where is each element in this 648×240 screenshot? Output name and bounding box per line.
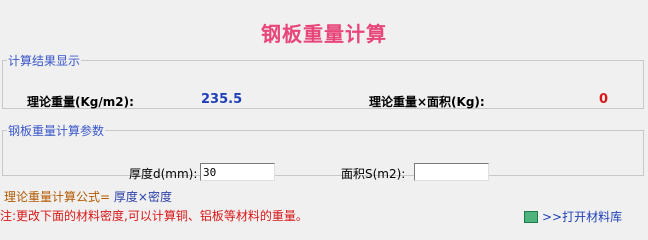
results-group: 计算结果显示 理论重量(Kg/m2): 235.5 理论重量×面积(Kg): 0 bbox=[2, 52, 644, 109]
formula-expression: 厚度×密度 bbox=[113, 190, 172, 204]
theory-area-value: 0 bbox=[599, 92, 609, 107]
thickness-input[interactable] bbox=[200, 163, 275, 181]
open-material-library-link[interactable]: >>打开材料库 bbox=[524, 208, 622, 225]
area-label: 面积S(m2): bbox=[341, 167, 406, 181]
area-input[interactable] bbox=[414, 163, 489, 181]
open-material-library-label: >>打开材料库 bbox=[542, 210, 623, 224]
params-group: 钢板重量计算参数 厚度d(mm): 面积S(m2): bbox=[2, 122, 644, 181]
density-note: 注:更改下面的材料密度,可以计算铜、铝板等材料的重量。 bbox=[0, 209, 308, 223]
formula-label: 理论重量计算公式= bbox=[4, 190, 111, 204]
results-legend: 计算结果显示 bbox=[8, 54, 81, 68]
params-legend: 钢板重量计算参数 bbox=[8, 124, 105, 138]
page-title: 钢板重量计算 bbox=[261, 22, 387, 46]
formula-line: 理论重量计算公式= 厚度×密度 bbox=[4, 188, 172, 205]
theory-weight-value: 235.5 bbox=[201, 92, 243, 107]
thickness-label: 厚度d(mm): bbox=[129, 167, 198, 181]
theory-weight-label: 理论重量(Kg/m2): bbox=[27, 95, 134, 109]
library-icon bbox=[524, 210, 538, 223]
theory-area-label: 理论重量×面积(Kg): bbox=[369, 95, 485, 109]
